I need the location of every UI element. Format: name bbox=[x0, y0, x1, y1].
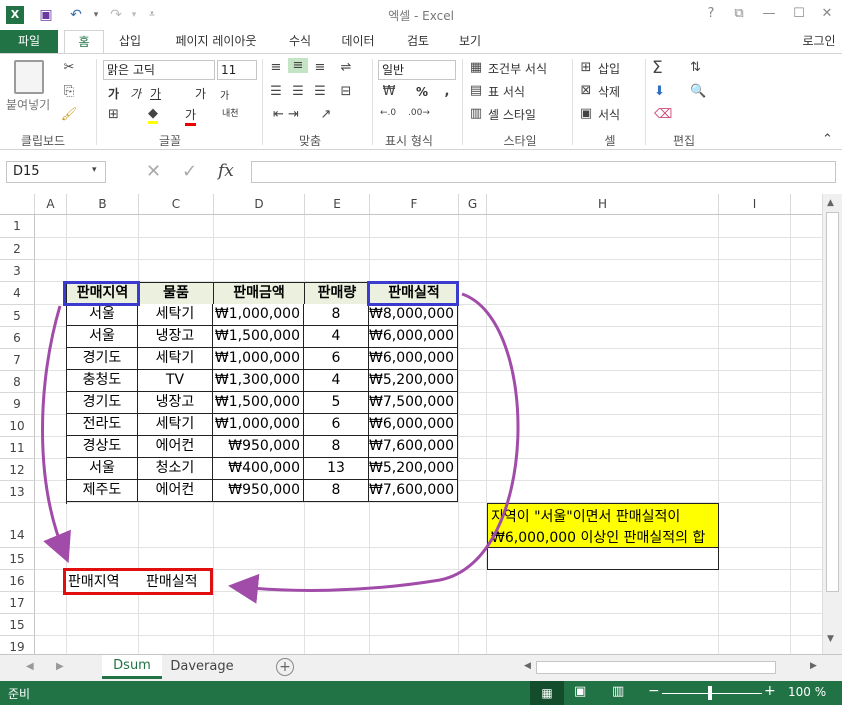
arrow-sales-to-criteria bbox=[228, 292, 520, 604]
arrow-region-to-criteria bbox=[41, 305, 71, 564]
next-sheet-icon[interactable]: ▶ bbox=[56, 661, 64, 672]
new-sheet-icon[interactable]: + bbox=[276, 658, 294, 676]
zoom-slider-thumb[interactable] bbox=[708, 686, 712, 700]
arrows-overlay bbox=[41, 292, 520, 604]
zoom-level[interactable]: 100 % bbox=[788, 685, 826, 699]
zoom-in-icon[interactable]: + bbox=[764, 683, 776, 699]
prev-sheet-icon[interactable]: ◀ bbox=[26, 661, 34, 672]
scroll-right-icon[interactable]: ▶ bbox=[810, 661, 817, 671]
status-ready: 준비 bbox=[8, 687, 31, 701]
vertical-scrollbar[interactable]: ▲ ▼ bbox=[822, 194, 842, 654]
scroll-up-icon[interactable]: ▲ bbox=[827, 198, 834, 208]
zoom-out-icon[interactable]: − bbox=[648, 683, 660, 699]
horizontal-scrollbar[interactable]: ◀ ▶ bbox=[522, 659, 822, 676]
hscroll-thumb[interactable] bbox=[536, 661, 776, 674]
sheet-tab-daverage[interactable]: Daverage bbox=[166, 655, 238, 679]
page-break-icon[interactable]: ▥ bbox=[612, 684, 624, 699]
scroll-left-icon[interactable]: ◀ bbox=[524, 661, 531, 671]
normal-view-icon[interactable]: ▦ bbox=[530, 681, 564, 705]
page-layout-icon[interactable]: ▣ bbox=[574, 684, 586, 699]
scroll-down-icon[interactable]: ▼ bbox=[827, 634, 834, 644]
zoom-slider[interactable] bbox=[662, 693, 762, 694]
scroll-thumb[interactable] bbox=[826, 212, 839, 592]
sheet-tab-dsum[interactable]: Dsum bbox=[102, 655, 162, 679]
sheet-tab-bar: ◀ ▶ Dsum Daverage + ◀ ▶ bbox=[0, 654, 842, 681]
status-bar: 준비 ▦ ▣ ▥ − + 100 % bbox=[0, 681, 842, 705]
